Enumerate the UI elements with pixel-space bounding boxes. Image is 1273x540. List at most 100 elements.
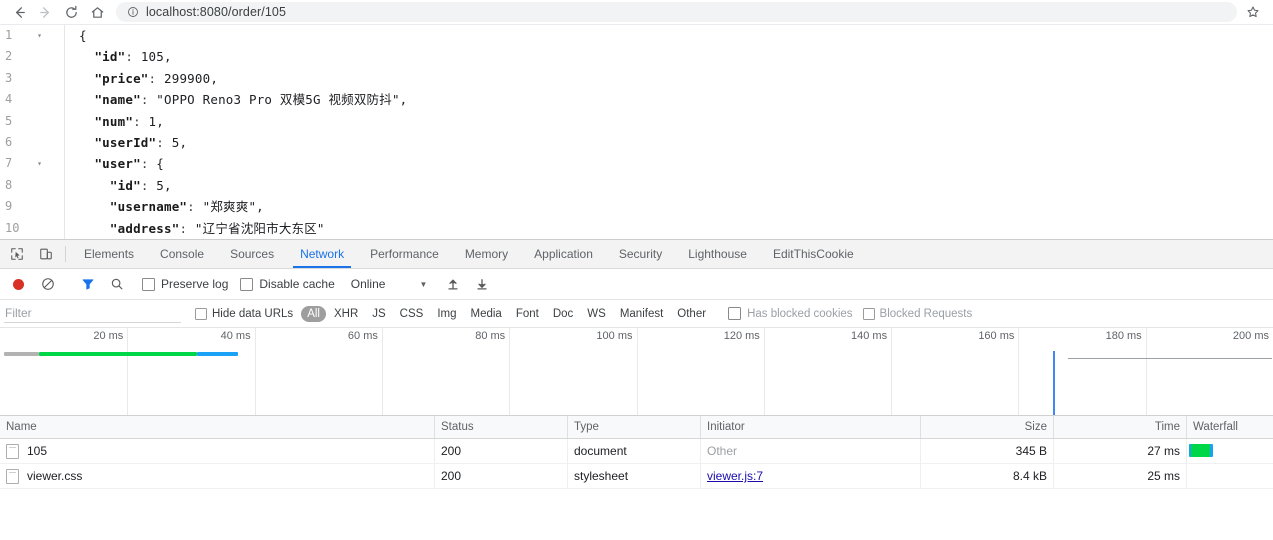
info-circle-icon[interactable]	[126, 6, 139, 19]
type-filter-img[interactable]: Img	[431, 306, 462, 322]
overview-selection-bar[interactable]	[1068, 358, 1272, 359]
reload-icon[interactable]	[58, 1, 84, 23]
line-number: 5	[5, 113, 13, 128]
json-view: 1 ▾ 2 3 4 5 6 7 ▾ 8 9 10 { "id": 105, "price": 2999…	[0, 25, 1273, 239]
tab-editthiscookie[interactable]: EditThisCookie	[760, 240, 867, 268]
funnel-filter-icon[interactable]	[73, 271, 102, 297]
tab-elements[interactable]: Elements	[71, 240, 147, 268]
json-line: "username": "郑爽爽",	[109, 199, 264, 215]
cell-size: 345 B	[921, 439, 1054, 463]
type-filter-js[interactable]: JS	[366, 306, 391, 322]
column-header-initiator[interactable]: Initiator	[701, 416, 921, 438]
hide-data-urls-label: Hide data URLs	[212, 307, 294, 320]
address-bar[interactable]: localhost:8080/order/105	[116, 2, 1237, 22]
disable-cache-label: Disable cache	[259, 277, 335, 291]
home-icon[interactable]	[84, 1, 110, 23]
record-stop-icon[interactable]	[4, 271, 33, 297]
column-header-size[interactable]: Size	[921, 416, 1054, 438]
json-viewer-page: 1 ▾ 2 3 4 5 6 7 ▾ 8 9 10 { "id": 105, "price": 2999…	[0, 24, 1273, 239]
request-name: viewer.css	[27, 469, 83, 483]
type-filter-xhr[interactable]: XHR	[328, 306, 364, 322]
json-line: {	[79, 28, 87, 43]
type-filter-ws[interactable]: WS	[581, 306, 612, 322]
type-filter-other[interactable]: Other	[671, 306, 712, 322]
network-request-table: Name Status Type Initiator Size Time Waterfall…	[0, 416, 1273, 540]
cell-name[interactable]: 105	[0, 439, 435, 463]
network-filter-bar: Filter Hide data URLs All XHR JS CSS Img Medi…	[0, 300, 1273, 328]
line-number: 4	[5, 92, 13, 107]
device-toolbar-icon[interactable]	[31, 240, 60, 268]
tab-label: Lighthouse	[688, 247, 747, 261]
browser-toolbar: localhost:8080/order/105	[0, 0, 1273, 24]
tab-sources[interactable]: Sources	[217, 240, 287, 268]
search-magnifier-icon[interactable]	[102, 271, 131, 297]
column-header-time[interactable]: Time	[1054, 416, 1187, 438]
throttling-dropdown[interactable]: Online ▼	[351, 277, 428, 291]
tab-lighthouse[interactable]: Lighthouse	[675, 240, 760, 268]
tab-network[interactable]: Network	[287, 240, 357, 268]
type-filter-css[interactable]: CSS	[394, 306, 430, 322]
forward-icon[interactable]	[32, 1, 58, 23]
disable-cache-checkbox[interactable]: Disable cache	[240, 277, 335, 291]
table-row[interactable]: 105 200 document Other 345 B 27 ms	[0, 439, 1273, 464]
line-number-gutter: 1 ▾ 2 3 4 5 6 7 ▾ 8 9 10	[0, 25, 65, 239]
fold-triangle-icon[interactable]: ▾	[37, 153, 42, 174]
cell-waterfall	[1187, 464, 1273, 488]
type-filter-all[interactable]: All	[301, 305, 326, 322]
tab-label: Elements	[84, 247, 135, 261]
tab-label: Console	[160, 247, 205, 261]
preserve-log-label: Preserve log	[161, 277, 229, 291]
export-har-down-arrow-icon[interactable]	[467, 271, 496, 297]
inspect-element-icon[interactable]	[2, 240, 31, 268]
throttling-value: Online	[350, 277, 386, 291]
line-number: 6	[5, 134, 13, 149]
checkbox-box	[862, 307, 875, 320]
json-line: "id": 5,	[109, 177, 172, 193]
cell-name[interactable]: viewer.css	[0, 464, 435, 488]
line-number: 1 ▾	[0, 25, 64, 46]
has-blocked-cookies-checkbox[interactable]: Has blocked cookies	[728, 307, 853, 320]
initiator-link[interactable]: viewer.js:7	[707, 469, 763, 483]
type-filter-font[interactable]: Font	[510, 306, 545, 322]
column-header-status[interactable]: Status	[435, 416, 568, 438]
timeline-tick: 200 ms	[0, 328, 1273, 415]
cell-initiator[interactable]: viewer.js:7	[701, 464, 921, 488]
filter-input[interactable]: Filter	[4, 304, 181, 323]
checkbox-box	[728, 307, 742, 320]
column-header-name[interactable]: Name	[0, 416, 435, 438]
type-filter-doc[interactable]: Doc	[547, 306, 579, 322]
address-bar-url: localhost:8080/order/105	[146, 5, 286, 19]
overview-request-band	[197, 352, 239, 356]
preserve-log-checkbox[interactable]: Preserve log	[142, 277, 228, 291]
line-number: 9	[5, 199, 13, 214]
back-icon[interactable]	[6, 1, 32, 23]
checkbox-box	[195, 307, 207, 320]
json-line: "user": {	[94, 156, 164, 172]
fold-triangle-icon[interactable]: ▾	[37, 25, 42, 46]
type-filter-media[interactable]: Media	[465, 306, 508, 322]
json-code[interactable]: { "id": 105, "price": 299900, "name": "O…	[65, 25, 1273, 239]
table-row[interactable]: viewer.css 200 stylesheet viewer.js:7 8.4 kB…	[0, 464, 1273, 489]
request-name: 105	[27, 444, 48, 458]
chevron-down-icon: ▼	[419, 279, 428, 289]
tab-label: EditThisCookie	[772, 247, 854, 261]
column-header-waterfall[interactable]: Waterfall	[1187, 416, 1273, 438]
import-har-up-arrow-icon[interactable]	[438, 271, 467, 297]
tab-memory[interactable]: Memory	[452, 240, 521, 268]
type-filter-manifest[interactable]: Manifest	[614, 306, 669, 322]
overview-selection-marker[interactable]	[1052, 351, 1055, 415]
tab-application[interactable]: Application	[521, 240, 606, 268]
blocked-requests-checkbox[interactable]: Blocked Requests	[862, 307, 972, 320]
tab-label: Memory	[464, 247, 509, 261]
devtools-panel: Elements Console Sources Network Performance…	[0, 239, 1273, 540]
star-icon[interactable]	[1239, 1, 1267, 23]
tab-security[interactable]: Security	[606, 240, 675, 268]
cell-waterfall	[1187, 439, 1273, 463]
tab-performance[interactable]: Performance	[357, 240, 452, 268]
clear-no-entry-icon[interactable]	[33, 271, 62, 297]
network-overview-timeline[interactable]: 20 ms 40 ms 60 ms 80 ms 100 ms 120 ms 140 ms 16…	[0, 328, 1273, 416]
cell-time: 27 ms	[1054, 439, 1187, 463]
column-header-type[interactable]: Type	[568, 416, 701, 438]
hide-data-urls-checkbox[interactable]: Hide data URLs	[195, 307, 294, 320]
tab-console[interactable]: Console	[147, 240, 217, 268]
